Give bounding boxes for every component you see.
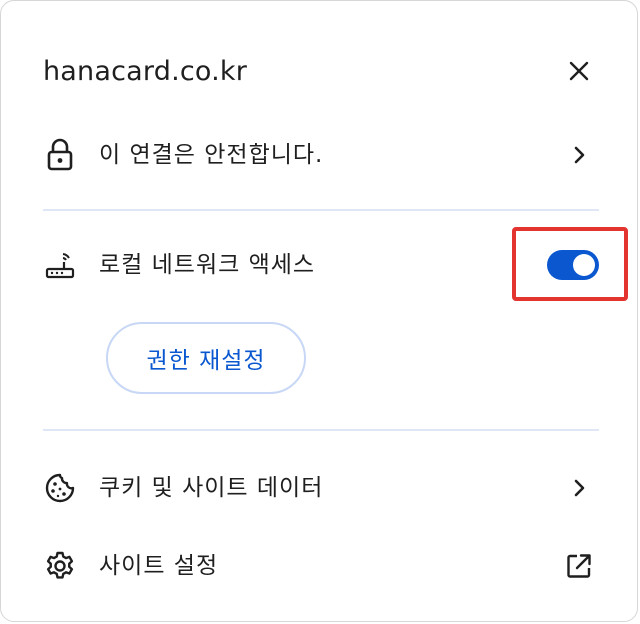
divider (43, 209, 599, 211)
local-network-access-label: 로컬 네트워크 액세스 (99, 252, 316, 278)
site-info-popup: hanacard.co.kr 이 연결은 안전합니다. 로컬 네트워크 액세스 … (0, 0, 638, 622)
chevron-right-icon (563, 139, 595, 171)
close-button[interactable] (563, 57, 595, 89)
cookie-icon (43, 471, 77, 505)
cookies-site-data-row[interactable]: 쿠키 및 사이트 데이터 (1, 458, 639, 518)
reset-permissions-button[interactable]: 권한 재설정 (106, 322, 306, 394)
gear-icon (43, 549, 77, 583)
site-settings-label: 사이트 설정 (99, 553, 219, 579)
toggle-knob (573, 254, 595, 276)
chevron-right-icon (563, 472, 595, 504)
connection-security-row[interactable]: 이 연결은 안전합니다. (1, 125, 639, 185)
cookies-site-data-label: 쿠키 및 사이트 데이터 (99, 475, 324, 501)
lock-icon (43, 138, 77, 172)
open-in-new-icon (563, 550, 595, 582)
reset-permissions-label: 권한 재설정 (146, 348, 266, 374)
divider (43, 429, 599, 431)
connection-security-label: 이 연결은 안전합니다. (99, 142, 324, 168)
site-domain-title: hanacard.co.kr (43, 56, 248, 87)
close-icon (568, 60, 590, 86)
site-settings-row[interactable]: 사이트 설정 (1, 536, 639, 596)
local-network-access-toggle[interactable] (547, 250, 599, 280)
router-icon (43, 248, 77, 282)
